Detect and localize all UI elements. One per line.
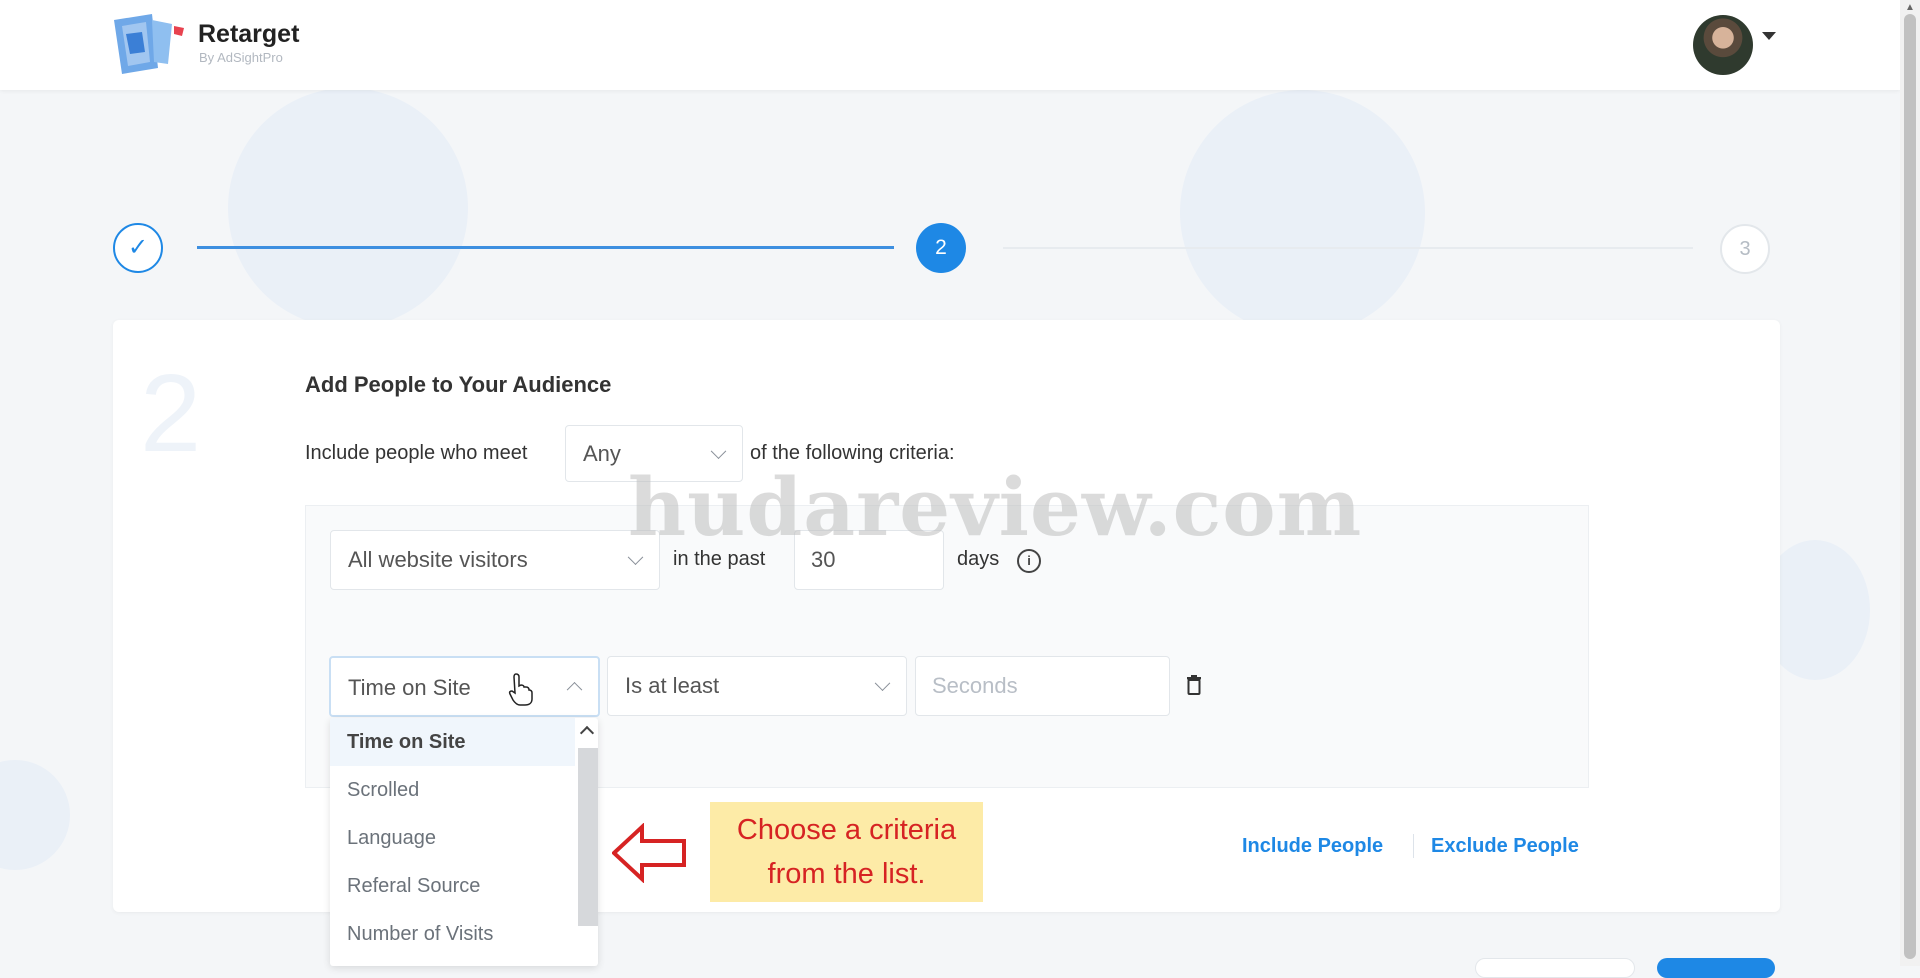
next-button[interactable] — [1657, 958, 1775, 978]
background-blob — [228, 88, 468, 328]
match-type-value: Any — [583, 441, 621, 466]
dropdown-option-scrolled[interactable]: Scrolled — [330, 766, 575, 814]
visitors-value: All website visitors — [348, 547, 528, 572]
include-prefix-label: Include people who meet — [305, 442, 528, 464]
brand-subtitle: By AdSightPro — [199, 50, 283, 65]
stepper-pending-line — [1003, 247, 1693, 249]
annotation-line-1: Choose a criteria — [736, 814, 957, 846]
annotation-arrow-icon — [612, 823, 686, 883]
background-blob — [1180, 90, 1425, 335]
step-3-pending[interactable]: 3 — [1720, 224, 1770, 274]
dropdown-option-number-of-visits[interactable]: Number of Visits — [330, 910, 575, 958]
condition-select[interactable]: Is at least — [607, 656, 907, 716]
caret-down-icon[interactable] — [1762, 32, 1776, 40]
stepper-progress-line — [197, 246, 894, 249]
seconds-input[interactable]: Seconds — [915, 656, 1170, 716]
brand-name: Retarget — [198, 20, 300, 48]
dropdown-scrollbar[interactable] — [578, 748, 598, 926]
site-watermark: hudareview.com — [628, 460, 1363, 554]
user-avatar[interactable] — [1693, 15, 1753, 75]
check-icon: ✓ — [127, 234, 149, 261]
annotation-callout: Choose a criteria from the list. — [710, 802, 983, 902]
card-step-number: 2 — [140, 352, 202, 475]
visitors-select[interactable]: All website visitors — [330, 530, 660, 590]
dropdown-option-referal-source[interactable]: Referal Source — [330, 862, 575, 910]
criteria-dropdown-menu: Time on Site Scrolled Language Referal S… — [330, 718, 598, 966]
exclude-people-link[interactable]: Exclude People — [1431, 835, 1579, 858]
step-2-current[interactable]: 2 — [916, 223, 966, 273]
app-header: Retarget By AdSightPro — [0, 0, 1900, 90]
include-people-link[interactable]: Include People — [1242, 835, 1383, 858]
scroll-up-arrow-icon[interactable]: ▲ — [1905, 2, 1915, 13]
criteria-value: Time on Site — [348, 675, 471, 700]
annotation-line-2: from the list. — [767, 858, 926, 890]
chevron-down-icon — [874, 675, 891, 692]
background-blob — [0, 760, 70, 870]
page-scrollbar-thumb[interactable] — [1904, 14, 1916, 959]
retarget-logo-icon — [114, 14, 184, 74]
back-button[interactable] — [1475, 958, 1635, 978]
hand-cursor-icon — [508, 673, 533, 706]
trash-icon[interactable] — [1186, 675, 1202, 695]
dropdown-option-time-on-site[interactable]: Time on Site — [330, 718, 575, 766]
section-title: Add People to Your Audience — [305, 372, 612, 397]
link-divider — [1413, 834, 1414, 858]
criteria-select[interactable]: Time on Site — [329, 656, 600, 717]
step-1-completed[interactable]: ✓ — [113, 223, 163, 273]
chevron-up-icon — [566, 681, 583, 698]
condition-value: Is at least — [625, 673, 720, 698]
dropdown-option-language[interactable]: Language — [330, 814, 575, 862]
chevron-down-icon — [710, 442, 727, 459]
